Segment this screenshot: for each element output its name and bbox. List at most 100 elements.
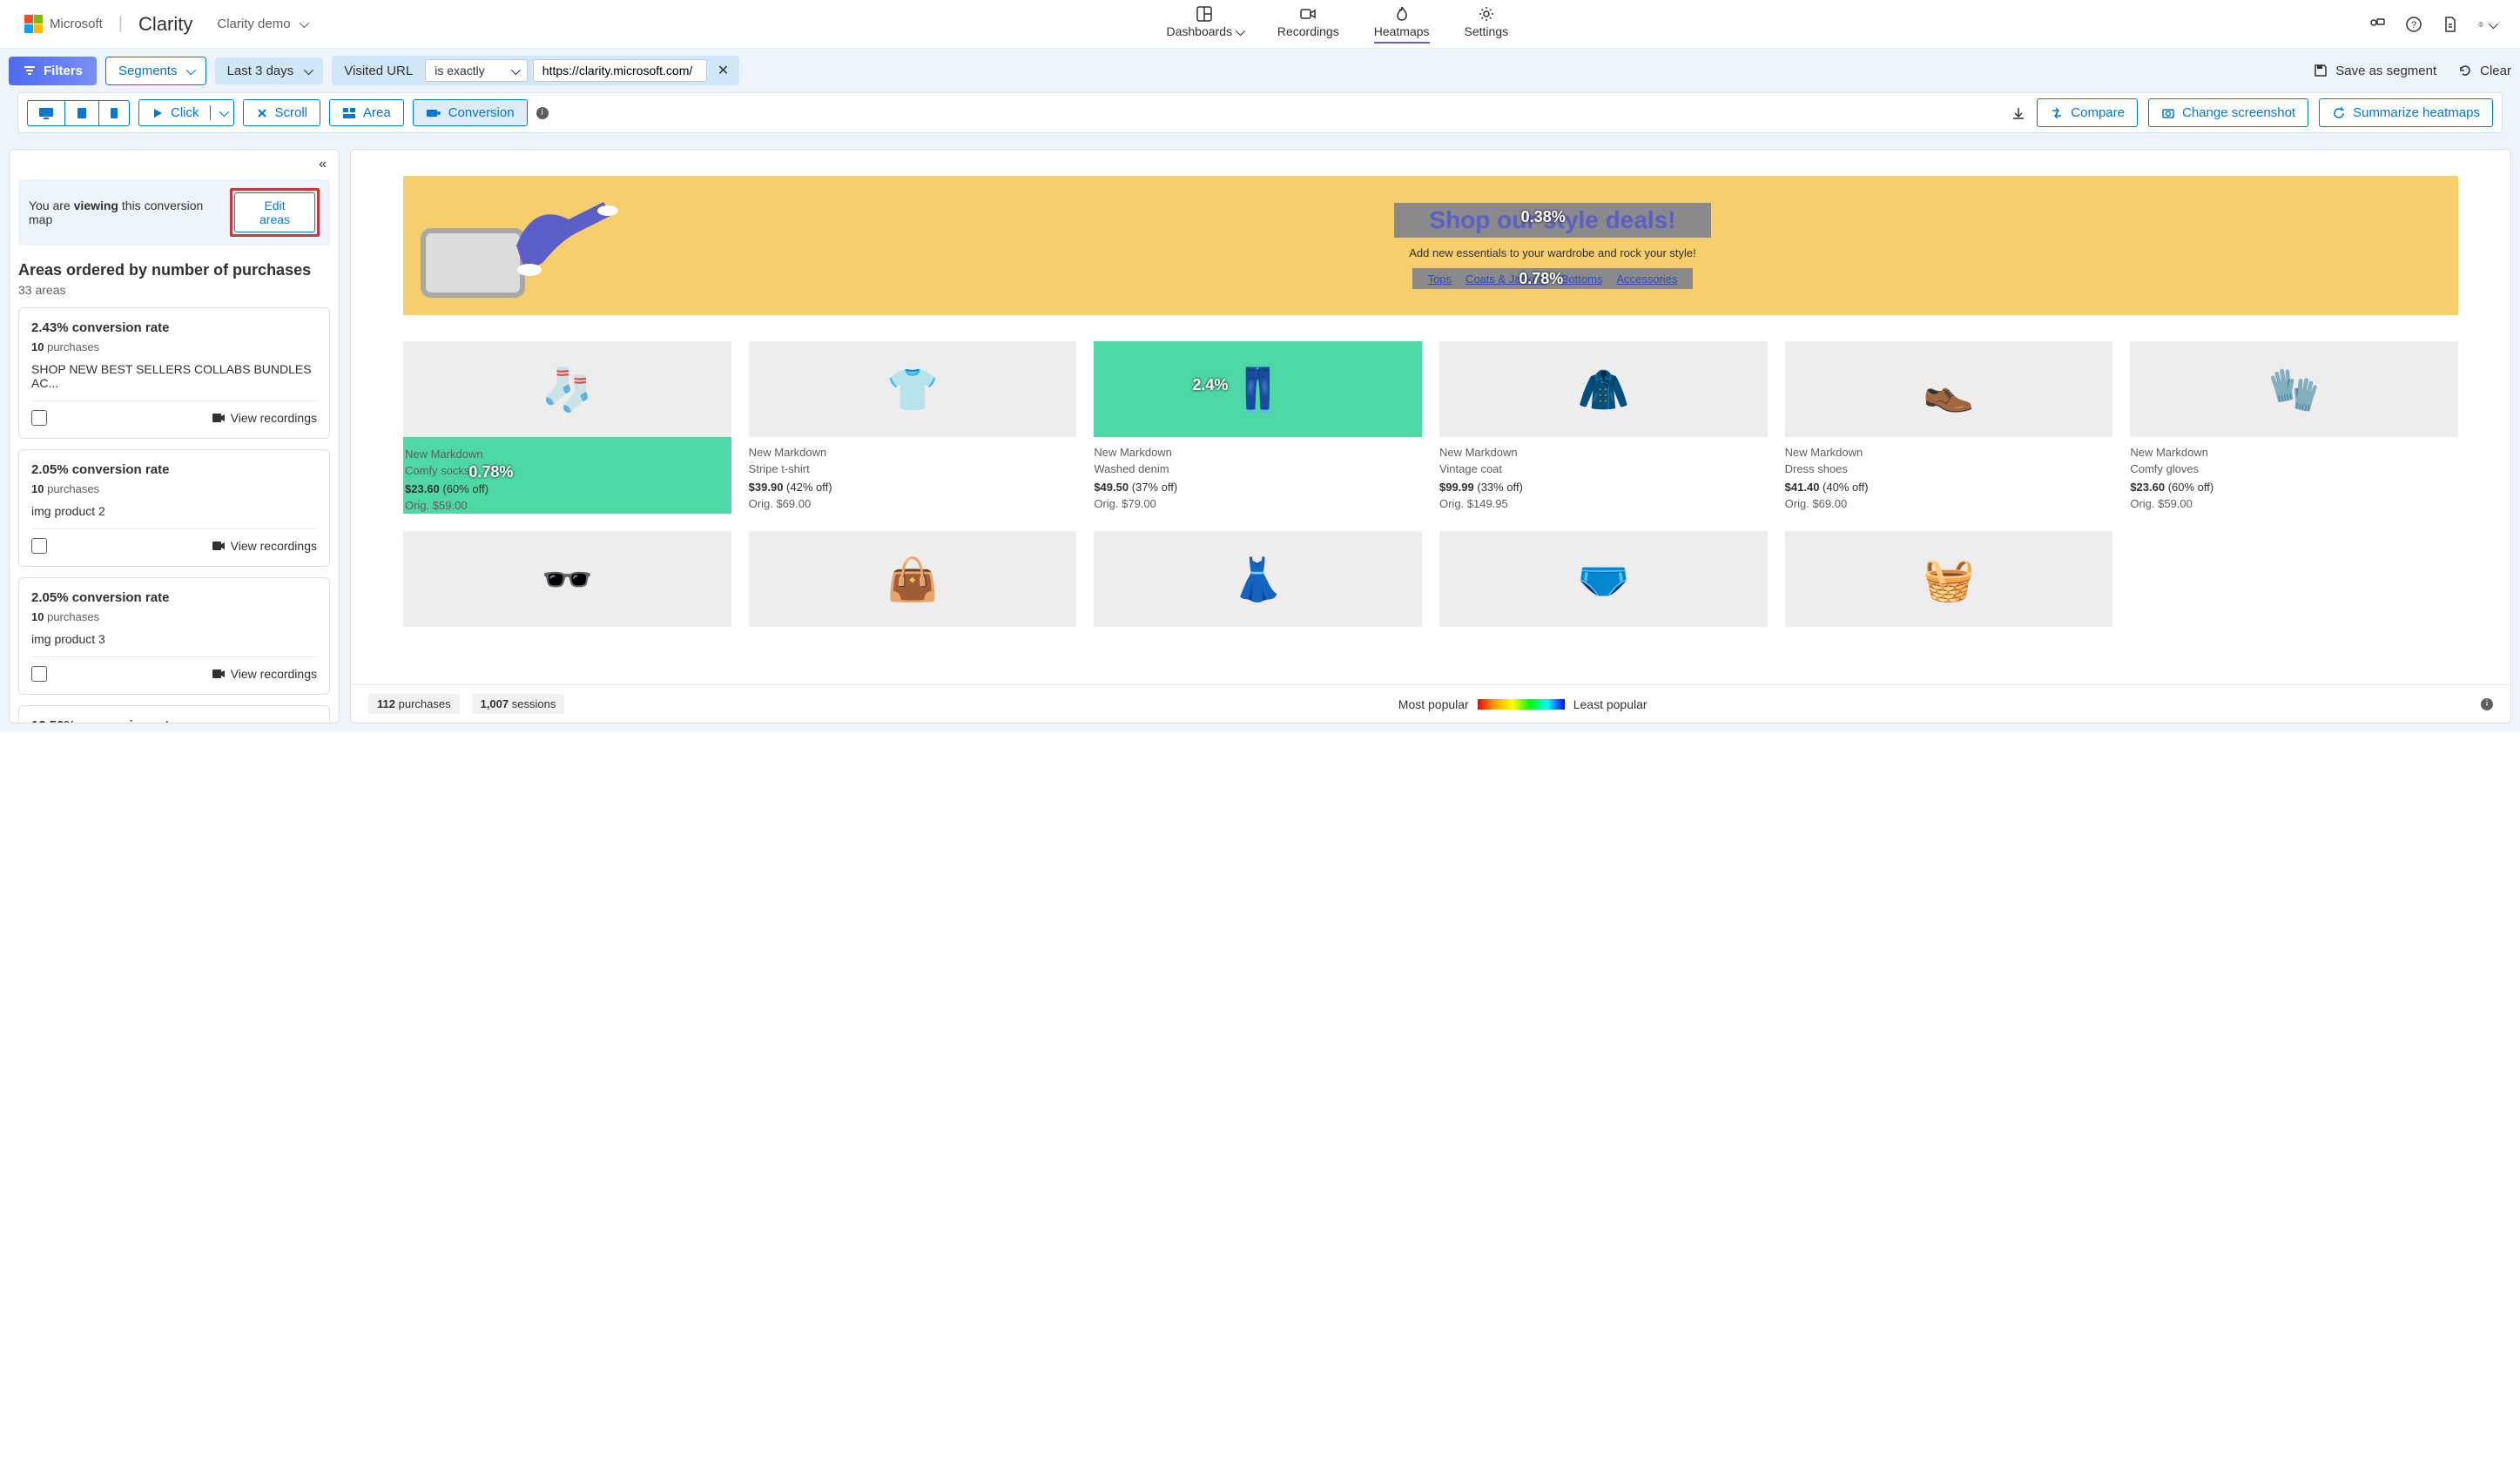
product-image-heatzone: 👖 2.4% (1094, 341, 1422, 437)
clear-filters-button[interactable]: Clear (2457, 63, 2511, 78)
product-image[interactable]: 👗 (1094, 531, 1422, 627)
document-icon[interactable] (2442, 16, 2459, 33)
hero-links-heatzone: Tops Coats & Jackets Bottoms Accessories… (1412, 268, 1694, 289)
project-dropdown[interactable]: Clarity demo (217, 17, 306, 31)
areas-count: 33 areas (18, 283, 330, 297)
heatmap-canvas[interactable]: Shop our style deals! 0.38% Add new esse… (351, 150, 2510, 684)
area-label: img product 2 (31, 504, 317, 518)
heat-percentage: 0.78% (468, 463, 513, 481)
chevron-down-icon (186, 64, 193, 78)
copy-icon[interactable] (31, 410, 47, 426)
tab-settings[interactable]: Settings (1465, 5, 1509, 44)
hero-link[interactable]: Accessories (1616, 272, 1677, 286)
play-icon (152, 107, 164, 119)
download-icon[interactable] (2011, 105, 2026, 121)
product-image[interactable]: 🕶️ (403, 531, 731, 627)
areas-title: Areas ordered by number of purchases (18, 261, 330, 279)
feedback-icon[interactable] (2368, 16, 2386, 33)
area-card[interactable]: 2.05% conversion rate 10 purchases img p… (18, 577, 330, 695)
tab-recordings[interactable]: Recordings (1277, 5, 1339, 44)
product-grid-row2: 🕶️ 👜 👗 🩲 🧺 (403, 531, 2458, 627)
edit-areas-button[interactable]: Edit areas (234, 192, 315, 232)
product-card[interactable]: 🧦 New Markdown Comfy socks $23.60 (60% o… (403, 341, 731, 514)
change-screenshot-button[interactable]: Change screenshot (2148, 98, 2308, 127)
url-operator-select[interactable]: is exactly (425, 59, 528, 82)
product-card[interactable]: 👕 New Markdown Stripe t-shirt $39.90 (42… (749, 341, 1077, 514)
hero-illustration (421, 193, 630, 298)
user-menu[interactable] (2478, 16, 2496, 33)
area-card[interactable]: 2.43% conversion rate 10 purchases SHOP … (18, 307, 330, 439)
product-card[interactable]: 👖 2.4% New Markdown Washed denim $49.50 … (1094, 341, 1422, 514)
product-image[interactable]: 👜 (749, 531, 1077, 627)
product-image[interactable]: 🩲 (1439, 531, 1768, 627)
tab-heatmaps[interactable]: Heatmaps (1374, 5, 1430, 44)
hero-link[interactable]: Tops (1428, 272, 1452, 286)
segments-button[interactable]: Segments (105, 57, 206, 85)
product-name: Clarity (138, 13, 192, 36)
remove-filter-icon[interactable]: ✕ (712, 62, 734, 79)
hero-title-heatzone: Shop our style deals! 0.38% (1394, 203, 1710, 238)
area-card[interactable]: 2.05% conversion rate 10 purchases img p… (18, 449, 330, 567)
scroll-mode-button[interactable]: Scroll (243, 99, 321, 126)
undo-icon (2457, 63, 2473, 78)
info-icon[interactable]: i (536, 107, 549, 119)
video-icon (212, 669, 226, 679)
sessions-stat: 1,007 sessions (472, 694, 565, 714)
area-purchases: 10 purchases (31, 482, 317, 495)
collapse-sidebar-icon[interactable]: « (319, 157, 327, 172)
popularity-legend: Most popular Least popular (1398, 697, 1647, 711)
product-image: 🧤 (2130, 341, 2458, 437)
conversion-mode-button[interactable]: Conversion (413, 99, 528, 126)
video-icon (1299, 5, 1317, 23)
heat-percentage: 0.38% (1521, 208, 1566, 226)
project-dropdown-label: Clarity demo (217, 17, 290, 31)
area-label: img product 3 (31, 632, 317, 646)
chevron-down-icon (210, 105, 226, 120)
product-image: 👞 (1785, 341, 2113, 437)
product-card[interactable]: 👞 New Markdown Dress shoes $41.40 (40% o… (1785, 341, 2113, 514)
area-card[interactable]: 12.50% conversion rate (18, 705, 330, 723)
highlight-annotation: Edit areas (230, 188, 320, 237)
areas-sidebar: « You are viewing this conversion map Ed… (9, 149, 340, 723)
product-grid: 🧦 New Markdown Comfy socks $23.60 (60% o… (403, 341, 2458, 514)
product-card[interactable]: 🧥 New Markdown Vintage coat $99.99 (33% … (1439, 341, 1768, 514)
gradient-bar (1478, 699, 1565, 710)
gear-icon (1478, 5, 1495, 23)
url-filter-group: Visited URL is exactly ✕ (332, 56, 739, 85)
product-card[interactable]: 🧤 New Markdown Comfy gloves $23.60 (60% … (2130, 341, 2458, 514)
microsoft-logo-icon (24, 15, 43, 33)
viewing-banner: You are viewing this conversion map Edit… (18, 179, 330, 246)
info-icon[interactable]: i (2481, 698, 2493, 710)
area-label: SHOP NEW BEST SELLERS COLLABS BUNDLES AC… (31, 362, 317, 390)
product-image: 🧥 (1439, 341, 1768, 437)
area-mode-button[interactable]: Area (329, 99, 404, 126)
device-tablet-button[interactable] (65, 101, 99, 125)
chevron-down-icon (511, 64, 518, 77)
hero-link[interactable]: Bottoms (1561, 272, 1603, 286)
date-range-pill[interactable]: Last 3 days (215, 57, 324, 84)
camera-icon (2161, 106, 2175, 120)
chevron-down-icon (1236, 29, 1243, 38)
device-toggle-group (27, 100, 130, 126)
summarize-button[interactable]: Summarize heatmaps (2319, 98, 2493, 127)
purchases-stat: 112 purchases (368, 694, 460, 714)
help-icon[interactable]: ? (2405, 16, 2422, 33)
heatmap-toolbar: Click Scroll Area Conversion i Compare C… (17, 92, 2503, 133)
chevron-down-icon (300, 17, 307, 31)
heat-percentage: 2.4% (1192, 376, 1228, 394)
view-recordings-button[interactable]: View recordings (212, 539, 317, 553)
filters-button[interactable]: Filters (9, 57, 97, 85)
url-value-input[interactable] (533, 59, 707, 82)
device-mobile-button[interactable] (99, 101, 129, 125)
compare-button[interactable]: Compare (2037, 98, 2138, 127)
view-recordings-button[interactable]: View recordings (212, 667, 317, 681)
click-mode-button[interactable]: Click (138, 99, 234, 126)
view-recordings-button[interactable]: View recordings (212, 411, 317, 425)
save-segment-button[interactable]: Save as segment (2313, 63, 2436, 78)
device-desktop-button[interactable] (28, 101, 65, 125)
copy-icon[interactable] (31, 666, 47, 682)
copy-icon[interactable] (31, 538, 47, 554)
product-image[interactable]: 🧺 (1785, 531, 2113, 627)
tab-dashboards[interactable]: Dashboards (1166, 5, 1242, 44)
area-rate: 2.05% conversion rate (31, 590, 317, 605)
